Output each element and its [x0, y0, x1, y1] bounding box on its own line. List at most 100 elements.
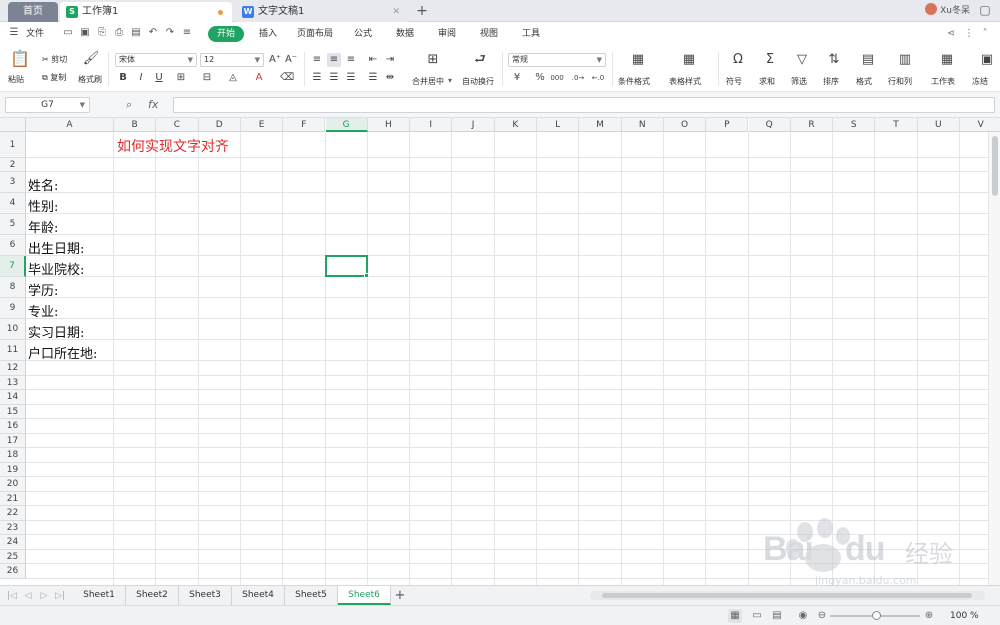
merge-center-dropdown-icon[interactable]: ▾ — [448, 76, 452, 85]
more-icon[interactable]: ⋮ — [962, 27, 976, 41]
sum-icon[interactable]: Σ — [761, 52, 779, 68]
label-cell[interactable]: 出生日期: — [28, 238, 84, 257]
row-header-9[interactable]: 9 — [0, 298, 26, 319]
row-header-8[interactable]: 8 — [0, 277, 26, 298]
align-center-icon[interactable]: ☰ — [327, 71, 341, 85]
select-all-corner[interactable] — [0, 118, 26, 132]
column-header-l[interactable]: L — [537, 118, 580, 132]
menu-start[interactable]: 开始 — [208, 26, 244, 42]
label-cell[interactable]: 实习日期: — [28, 322, 84, 341]
label-cell[interactable]: 性别: — [28, 196, 58, 215]
column-header-e[interactable]: E — [240, 118, 284, 132]
border-icon[interactable]: ⊞ — [174, 71, 188, 85]
column-header-m[interactable]: M — [579, 118, 622, 132]
menu-page-layout[interactable]: 页面布局 — [297, 22, 333, 46]
vertical-scrollbar[interactable] — [988, 118, 1000, 585]
distributed-icon[interactable]: ⇹ — [383, 71, 397, 85]
row-header-10[interactable]: 10 — [0, 319, 26, 340]
zoom-out-icon[interactable]: ⊖ — [815, 609, 829, 623]
worksheet-icon[interactable]: ▦ — [938, 52, 956, 68]
menu-view[interactable]: 视图 — [480, 22, 498, 46]
window-control-icon[interactable]: ▢ — [978, 3, 992, 17]
row-header-23[interactable]: 23 — [0, 520, 26, 535]
column-header-k[interactable]: K — [494, 118, 537, 132]
format-painter-icon[interactable]: 🖌 — [82, 51, 100, 67]
row-header-26[interactable]: 26 — [0, 564, 26, 579]
row-header-4[interactable]: 4 — [0, 193, 26, 214]
sum-button[interactable]: 求和 — [759, 76, 775, 87]
thousands-icon[interactable]: 000 — [550, 71, 564, 85]
row-header-14[interactable]: 14 — [0, 390, 26, 405]
menu-file[interactable]: 文件 — [26, 22, 44, 46]
menu-review[interactable]: 审阅 — [438, 22, 456, 46]
justify-icon[interactable]: ☰ — [366, 71, 380, 85]
menu-data[interactable]: 数据 — [396, 22, 414, 46]
column-header-n[interactable]: N — [621, 118, 664, 132]
scrollbar-thumb[interactable] — [992, 136, 998, 196]
sheet-tab-sheet2[interactable]: Sheet2 — [126, 586, 179, 605]
conditional-format-icon[interactable]: ▦ — [629, 52, 647, 68]
row-header-5[interactable]: 5 — [0, 214, 26, 235]
column-header-o[interactable]: O — [663, 118, 707, 132]
user-account[interactable]: Xu冬呆 — [925, 3, 970, 19]
paste-button[interactable]: 粘贴 — [8, 74, 24, 85]
row-header-11[interactable]: 11 — [0, 340, 26, 361]
collapse-ribbon-icon[interactable]: ˄ — [978, 27, 992, 41]
eye-protection-icon[interactable]: ◉ — [796, 609, 810, 623]
selected-cell[interactable] — [324, 255, 369, 278]
column-header-s[interactable]: S — [833, 118, 876, 132]
menu-formula[interactable]: 公式 — [354, 22, 372, 46]
column-header-q[interactable]: Q — [748, 118, 791, 132]
label-cell[interactable]: 毕业院校: — [28, 259, 84, 278]
column-header-c[interactable]: C — [156, 118, 199, 132]
align-right-icon[interactable]: ☰ — [344, 71, 358, 85]
row-header-19[interactable]: 19 — [0, 462, 26, 477]
row-column-button[interactable]: 行和列 — [888, 76, 912, 87]
column-header-u[interactable]: U — [917, 118, 960, 132]
save-icon[interactable]: ▣ — [79, 27, 91, 39]
increase-decimal-icon[interactable]: .0→ — [571, 71, 585, 85]
font-size-select[interactable]: 12 ▼ — [200, 53, 264, 67]
align-bottom-icon[interactable]: ≡ — [344, 53, 358, 67]
row-column-icon[interactable]: ▥ — [896, 52, 914, 68]
page-break-view-icon[interactable]: ▤ — [770, 609, 784, 623]
indent-decrease-icon[interactable]: ⇤ — [366, 53, 380, 67]
fx-icon[interactable]: fx — [148, 97, 158, 113]
print-icon[interactable]: ⎙ — [113, 27, 125, 39]
customize-toolbar-icon[interactable]: ≡ — [181, 27, 193, 39]
sheet-tab-sheet3[interactable]: Sheet3 — [179, 586, 232, 605]
sort-button[interactable]: 排序 — [823, 76, 839, 87]
currency-icon[interactable]: ¥ — [510, 71, 524, 85]
column-header-a[interactable]: A — [26, 118, 114, 132]
export-icon[interactable]: ⎘ — [96, 27, 108, 39]
zoom-slider-knob[interactable] — [872, 611, 881, 620]
row-header-2[interactable]: 2 — [0, 158, 26, 172]
hamburger-icon[interactable]: ☰ — [8, 27, 20, 39]
redo-icon[interactable]: ↷ — [164, 27, 176, 39]
row-header-13[interactable]: 13 — [0, 375, 26, 390]
column-header-g[interactable]: G — [325, 118, 368, 132]
menu-tools[interactable]: 工具 — [522, 22, 540, 46]
paste-icon[interactable]: 📋 — [10, 51, 30, 67]
label-cell[interactable]: 姓名: — [28, 175, 58, 194]
zoom-search-icon[interactable]: ⌕ — [126, 97, 132, 113]
format-painter-button[interactable]: 格式刷 — [78, 74, 102, 85]
row-header-24[interactable]: 24 — [0, 535, 26, 550]
sort-icon[interactable]: ⇅ — [825, 52, 843, 68]
zoom-in-icon[interactable]: ⊕ — [922, 609, 936, 623]
column-header-h[interactable]: H — [367, 118, 411, 132]
column-header-i[interactable]: I — [410, 118, 453, 132]
page-layout-view-icon[interactable]: ▭ — [750, 609, 764, 623]
row-header-7[interactable]: 7 — [0, 256, 26, 277]
row-header-6[interactable]: 6 — [0, 235, 26, 256]
label-cell[interactable]: 学历: — [28, 280, 58, 299]
table-style-button[interactable]: 表格样式 — [669, 76, 701, 87]
undo-icon[interactable]: ↶ — [147, 27, 159, 39]
row-header-20[interactable]: 20 — [0, 477, 26, 492]
align-middle-icon[interactable]: ≡ — [327, 53, 341, 67]
formula-input[interactable] — [173, 97, 995, 113]
worksheet-button[interactable]: 工作表 — [931, 76, 955, 87]
sheet-tab-sheet6[interactable]: Sheet6 — [338, 586, 391, 605]
last-sheet-icon[interactable]: ▷| — [54, 589, 66, 603]
row-header-17[interactable]: 17 — [0, 433, 26, 448]
